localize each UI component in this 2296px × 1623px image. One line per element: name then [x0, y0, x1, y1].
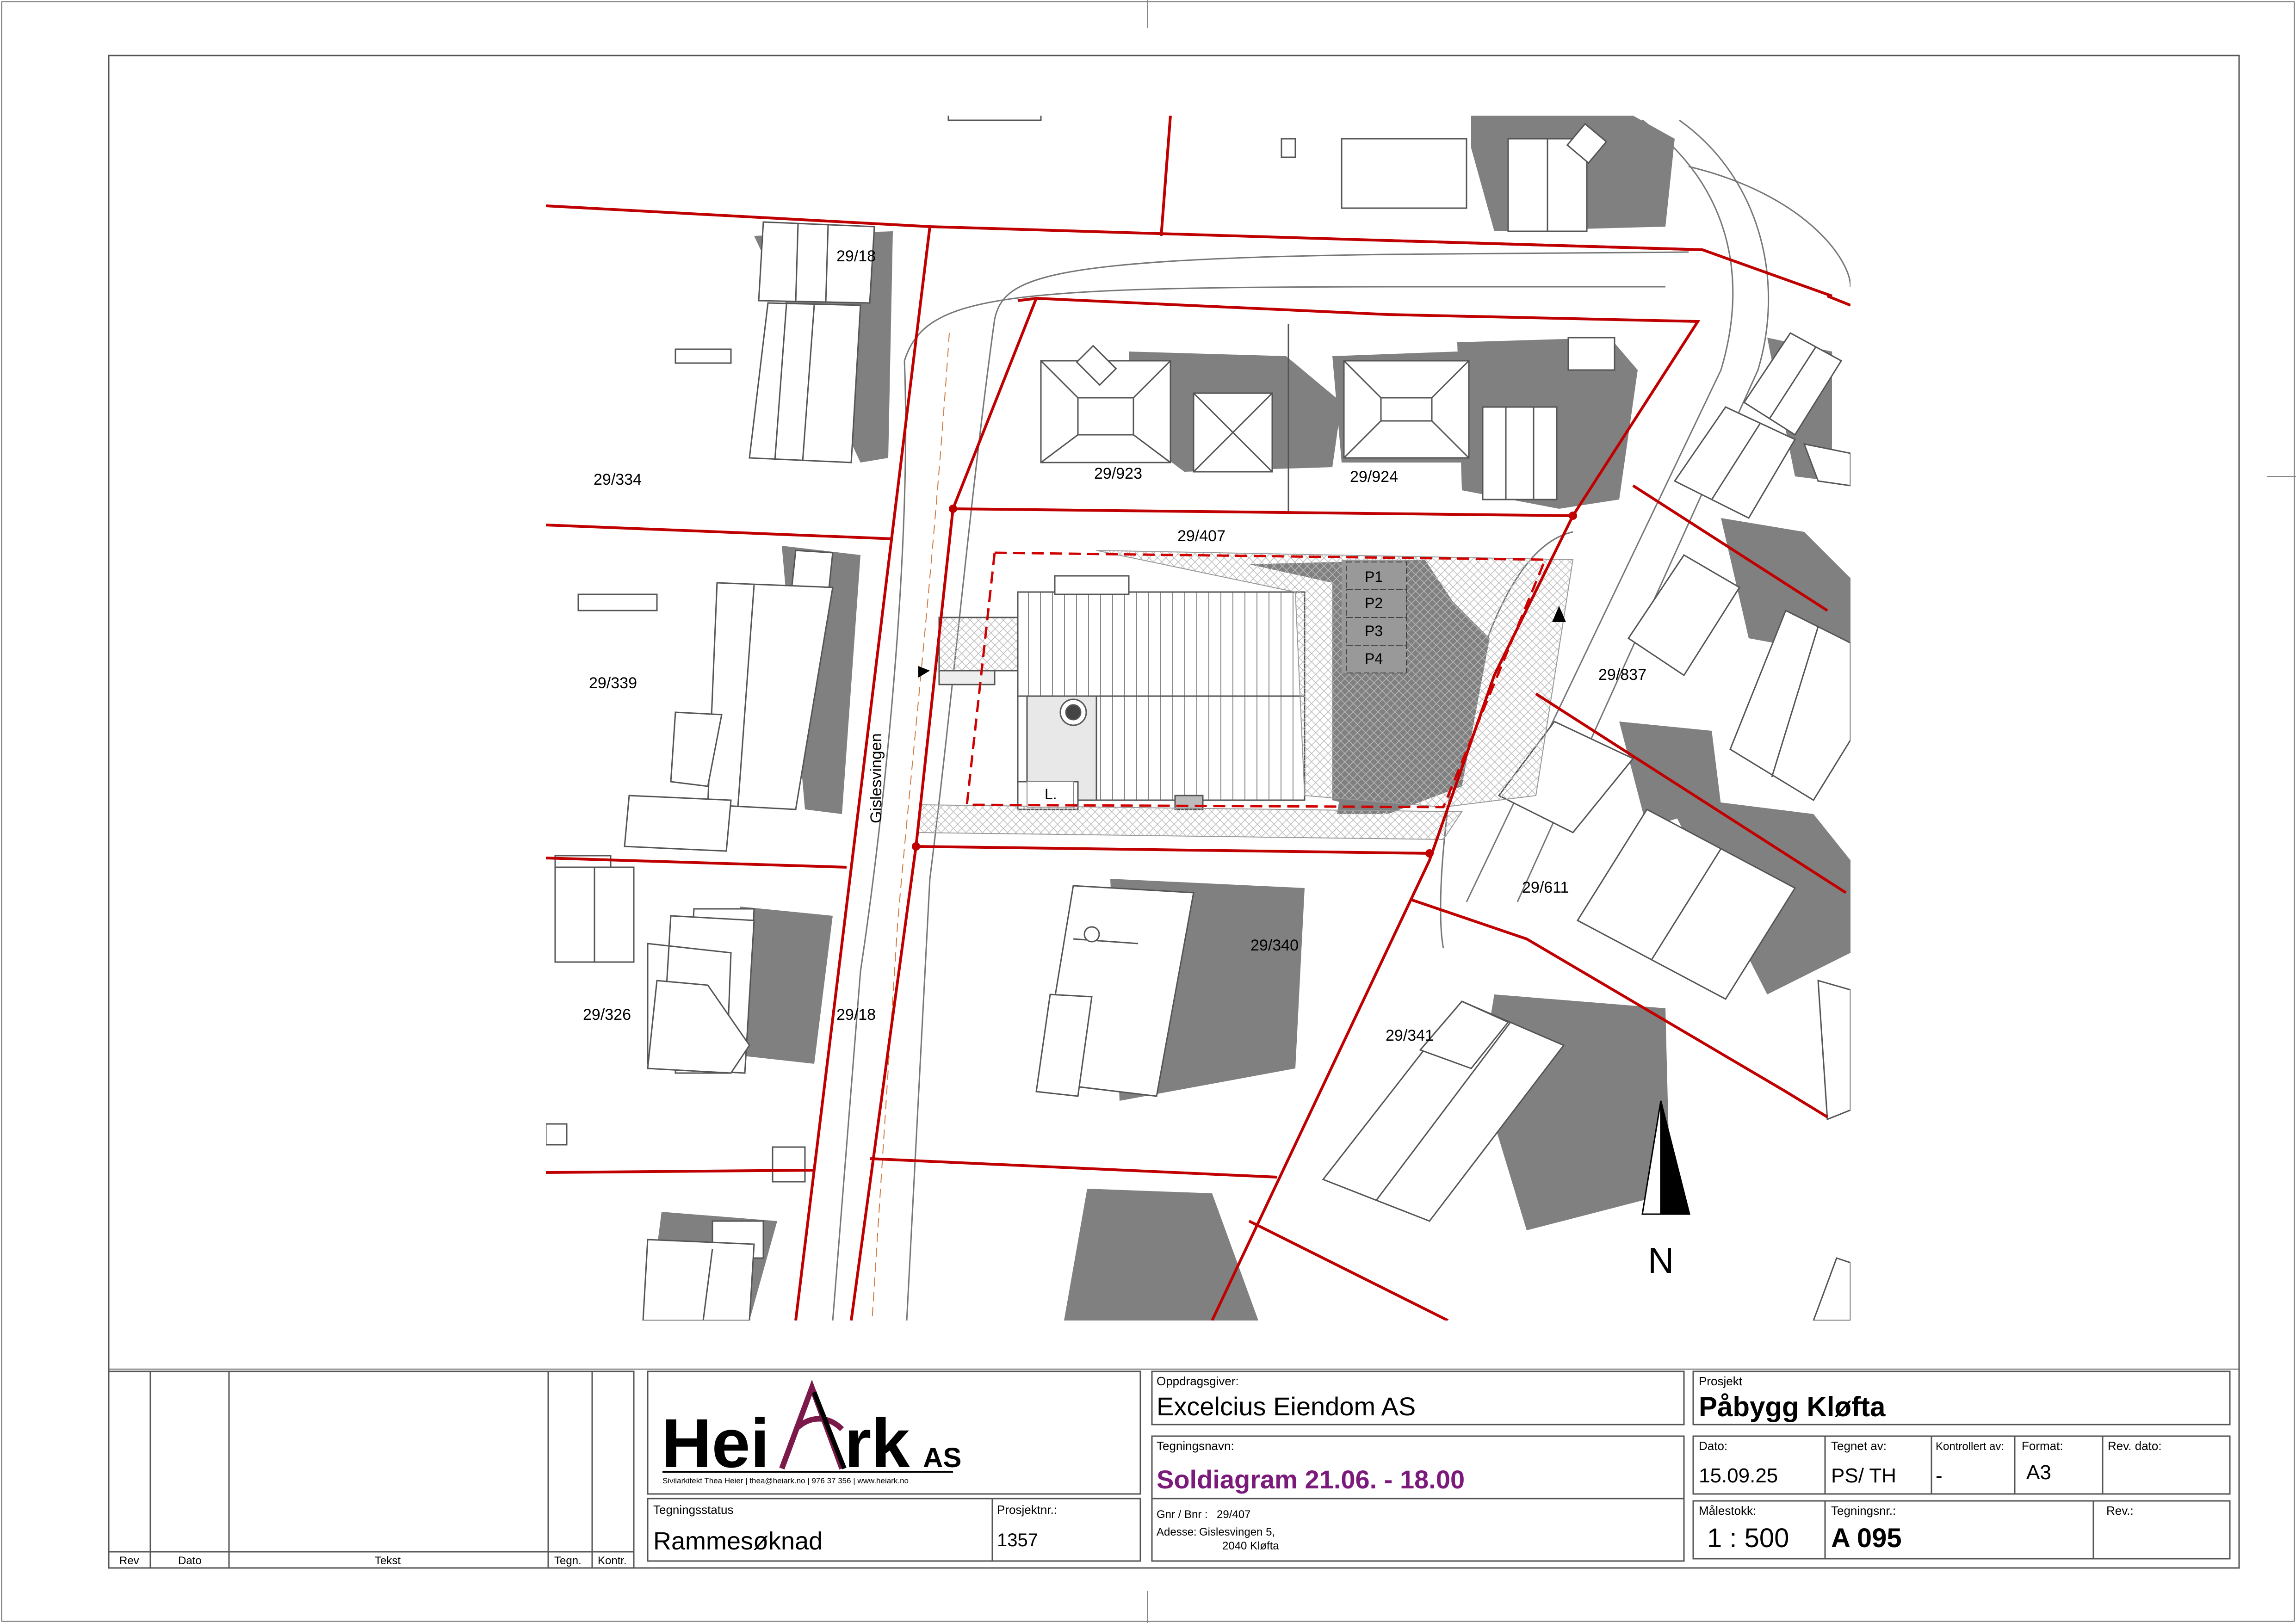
scale-label: Målestokk:	[1699, 1504, 1756, 1518]
plot-label-29-334: 29/334	[594, 471, 642, 488]
text-header: Tekst	[375, 1555, 401, 1567]
north-label: N	[1648, 1240, 1674, 1281]
plot-label-29-339: 29/339	[589, 674, 637, 692]
address-label: Adesse:	[1157, 1526, 1197, 1538]
format-value: A3	[2026, 1461, 2051, 1484]
client-label: Oppdragsgiver:	[1157, 1374, 1239, 1388]
drawing-no-value: A 095	[1831, 1523, 1902, 1553]
drawn-by-label: Tegnet av:	[1831, 1439, 1887, 1453]
project-label: Prosjekt	[1699, 1374, 1743, 1388]
plot-label-29-837: 29/837	[1598, 666, 1646, 684]
company-logo: Hei rk AS Sivilarkitekt Thea Heier | the…	[662, 1379, 961, 1485]
bin-label: L.	[1045, 786, 1057, 802]
plot-label-29-924: 29/924	[1350, 468, 1398, 486]
address-line-2: 2040 Kløfta	[1222, 1540, 1279, 1552]
status-label: Tegningsstatus	[653, 1503, 733, 1517]
project-no-value: 1357	[997, 1530, 1038, 1550]
checked-by-label: Kontrollert av:	[1936, 1440, 2004, 1453]
drawing-name-value: Soldiagram 21.06. - 18.00	[1157, 1465, 1465, 1494]
rev-header: Rev	[119, 1555, 139, 1567]
logo-wordmark-left: Hei	[662, 1404, 769, 1482]
scale-value: 1 : 500	[1707, 1523, 1789, 1553]
rev-label: Rev.:	[2106, 1504, 2134, 1518]
project-value: Påbygg Kløfta	[1699, 1391, 1886, 1422]
plot-label-29-923: 29/923	[1094, 465, 1142, 482]
plot-label-29-341: 29/341	[1386, 1027, 1434, 1044]
drawn-header: Tegn.	[554, 1555, 582, 1567]
parking-p1: P1	[1365, 568, 1383, 585]
logo-tagline: Sivilarkitekt Thea Heier | thea@heiark.n…	[662, 1476, 909, 1485]
logo-suffix: AS	[923, 1442, 961, 1473]
drawing-no-label: Tegningsnr.:	[1831, 1504, 1896, 1518]
plot-label-29-611: 29/611	[1522, 879, 1569, 896]
status-value: Rammesøknad	[653, 1527, 823, 1555]
checked-by-value: -	[1936, 1464, 1943, 1487]
plot-label-29-18-top: 29/18	[836, 247, 876, 265]
site-plan-sheet: 29/18 29/334 29/339 29/326 29/18 29/923 …	[1, 0, 2296, 1623]
date-header: Dato	[178, 1555, 202, 1567]
gnr-label: Gnr / Bnr :	[1157, 1508, 1208, 1521]
road-name: Gislesvingen	[867, 733, 885, 823]
rev-date-label: Rev. dato:	[2108, 1439, 2162, 1453]
client-value: Excelcius Eiendom AS	[1157, 1392, 1416, 1421]
format-label: Format:	[2022, 1439, 2063, 1453]
plot-label-29-326: 29/326	[583, 1006, 631, 1024]
logo-arch-icon	[779, 1379, 845, 1470]
parking-p3: P3	[1365, 623, 1383, 639]
date-value: 15.09.25	[1699, 1464, 1778, 1487]
logo-wordmark-right: rk	[844, 1404, 910, 1482]
date-label: Dato:	[1699, 1439, 1727, 1453]
plot-label-29-340: 29/340	[1250, 937, 1299, 954]
plot-label-29-18-road: 29/18	[836, 1006, 876, 1024]
project-no-label: Prosjektnr.:	[997, 1503, 1057, 1517]
drawing-name-label: Tegningsnavn:	[1157, 1439, 1234, 1453]
address-line-1: Gislesvingen 5,	[1199, 1526, 1275, 1538]
parking-p4: P4	[1365, 650, 1383, 667]
checked-header: Kontr.	[598, 1555, 627, 1567]
plot-label-29-407: 29/407	[1177, 527, 1225, 545]
drawn-by-value: PS/ TH	[1831, 1464, 1896, 1487]
gnr-value: 29/407	[1217, 1508, 1250, 1521]
parking-p2: P2	[1365, 595, 1383, 611]
